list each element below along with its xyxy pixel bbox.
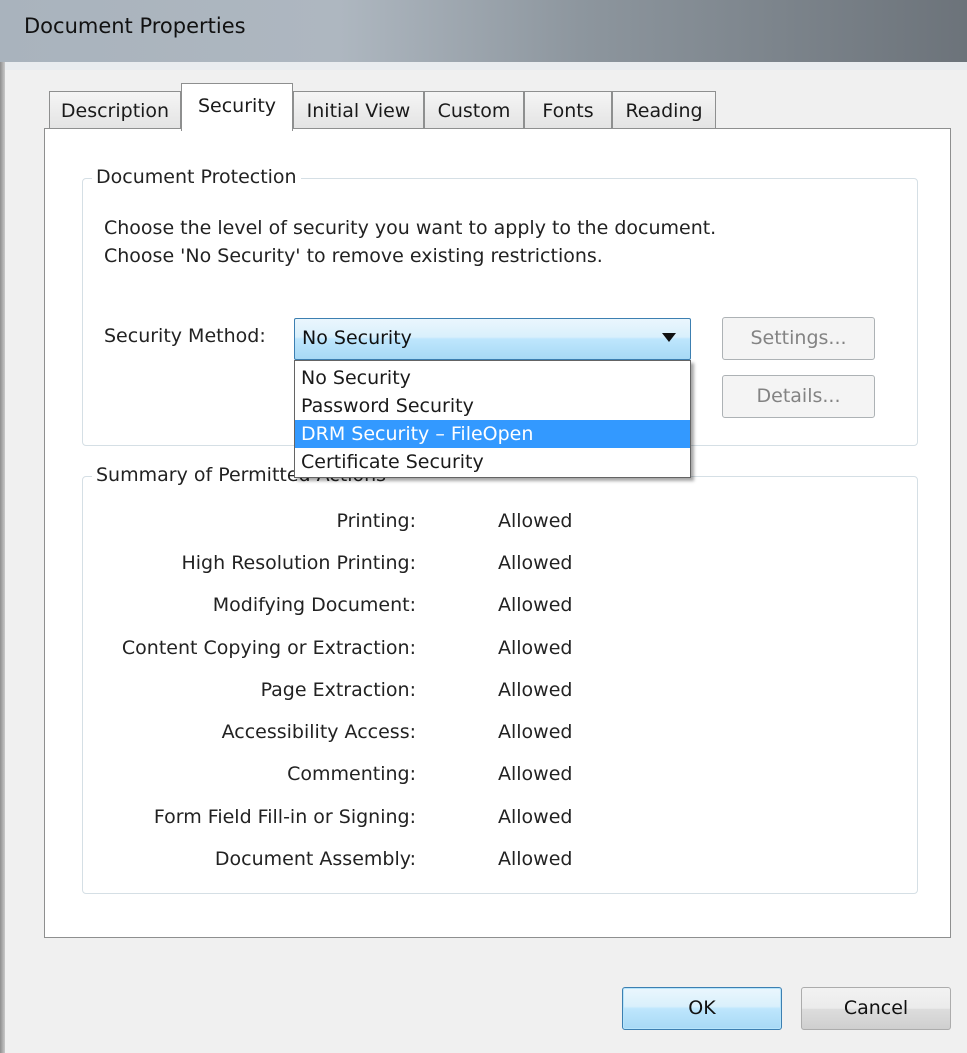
permission-form-fill-label: Form Field Fill-in or Signing: — [153, 806, 416, 828]
tab-fonts-label: Fonts — [542, 100, 594, 122]
tab-description-label: Description — [60, 100, 170, 122]
settings-button[interactable]: Settings... — [722, 317, 875, 360]
option-drm-security-fileopen[interactable]: DRM Security – FileOpen — [295, 420, 690, 448]
permission-printing-value: Allowed — [498, 510, 573, 532]
ok-button[interactable]: OK — [622, 987, 782, 1030]
tab-custom-label: Custom — [437, 100, 511, 122]
permission-assembly-value: Allowed — [498, 848, 573, 870]
protection-description-line2: Choose 'No Security' to remove existing … — [104, 245, 603, 267]
permission-commenting-label: Commenting: — [287, 763, 416, 785]
option-no-security[interactable]: No Security — [295, 364, 690, 392]
window-title: Document Properties — [24, 14, 246, 38]
tab-custom[interactable]: Custom — [424, 91, 524, 129]
tab-initial-view-label: Initial View — [306, 100, 411, 122]
security-method-select[interactable]: No Security — [294, 318, 691, 360]
dropdown-arrow-icon[interactable] — [662, 333, 676, 342]
permission-printing-label: Printing: — [336, 510, 417, 532]
permission-commenting-value: Allowed — [498, 763, 573, 785]
tab-description[interactable]: Description — [49, 91, 181, 129]
permission-assembly-label: Document Assembly: — [214, 848, 416, 870]
permission-copying-label: Content Copying or Extraction: — [121, 637, 416, 659]
details-button[interactable]: Details... — [722, 375, 875, 418]
protection-description-line1: Choose the level of security you want to… — [104, 217, 717, 239]
tab-reading[interactable]: Reading — [612, 91, 716, 129]
permission-copying-value: Allowed — [498, 637, 573, 659]
tab-fonts[interactable]: Fonts — [524, 91, 612, 129]
tab-reading-label: Reading — [625, 100, 703, 122]
permission-high-res-printing-label: High Resolution Printing: — [181, 552, 416, 574]
document-protection-legend: Document Protection — [92, 166, 301, 188]
tab-initial-view[interactable]: Initial View — [293, 91, 424, 129]
permission-accessibility-value: Allowed — [498, 721, 573, 743]
permission-high-res-printing-value: Allowed — [498, 552, 573, 574]
permission-form-fill-value: Allowed — [498, 806, 573, 828]
option-certificate-security[interactable]: Certificate Security — [295, 448, 690, 476]
permission-modifying-value: Allowed — [498, 594, 573, 616]
window-left-border — [0, 62, 5, 1053]
cancel-button[interactable]: Cancel — [801, 987, 951, 1030]
security-method-value: No Security — [302, 327, 412, 349]
security-method-label: Security Method: — [104, 325, 266, 347]
permission-modifying-label: Modifying Document: — [212, 594, 416, 616]
tab-security[interactable]: Security — [181, 83, 293, 131]
permission-page-extraction-label: Page Extraction: — [260, 679, 416, 701]
security-method-dropdown-list: No Security Password Security DRM Securi… — [294, 360, 691, 478]
permission-page-extraction-value: Allowed — [498, 679, 573, 701]
window-frame — [5, 62, 967, 70]
option-password-security[interactable]: Password Security — [295, 392, 690, 420]
tab-security-label: Security — [197, 95, 277, 117]
permission-accessibility-label: Accessibility Access: — [221, 721, 416, 743]
title-bar[interactable]: Document Properties — [0, 0, 967, 62]
